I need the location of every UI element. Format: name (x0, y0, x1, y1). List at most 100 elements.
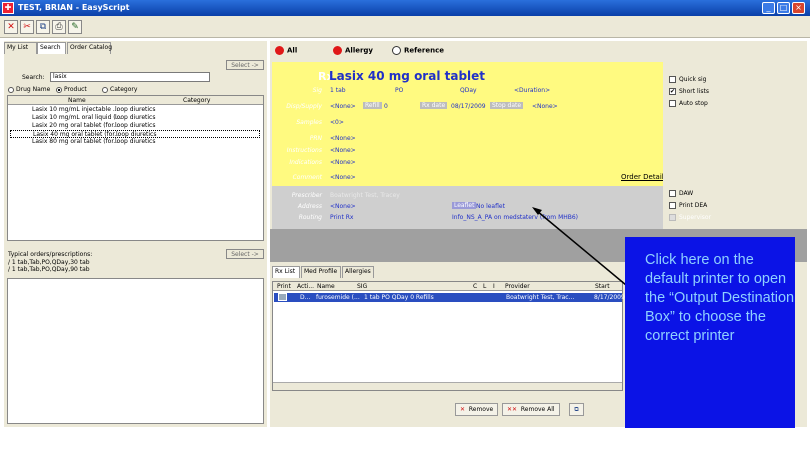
checkbox-label: Print DEA (679, 202, 708, 209)
column-header-name[interactable]: Name (317, 283, 335, 290)
column-header-c[interactable]: C (473, 283, 477, 290)
radio-product[interactable]: Product (56, 86, 87, 93)
short-lists-checkbox[interactable]: ✔ Short lists (669, 88, 709, 95)
window-title: TEST, BRIAN - EasyScript (18, 3, 130, 12)
list-item[interactable]: Lasix 10 mg/mL injectable ... loop diuret… (10, 106, 260, 114)
disp-label: Disp/Supply (286, 103, 322, 110)
checkbox-box (669, 100, 676, 107)
toolbar: ✕ ✂ ⧉ ⎙ ✎ (0, 16, 810, 38)
column-header-sig[interactable]: SIG (357, 283, 367, 290)
button-label: Remove All (520, 406, 555, 413)
copy-button[interactable]: ⧉ (36, 20, 50, 34)
sig-duration[interactable]: <Duration> (514, 87, 550, 94)
rxdate-label: Rx date (420, 102, 448, 109)
sig-route[interactable]: PO (395, 87, 403, 94)
instructions-value[interactable]: <None> (330, 147, 356, 154)
tab-rx-list[interactable]: Rx List (272, 266, 300, 278)
remove-button[interactable]: ✕ Remove (455, 403, 499, 416)
auto-stop-checkbox[interactable]: Auto stop (669, 100, 708, 107)
checkbox-label: Auto stop (679, 100, 708, 107)
table-row[interactable]: D... furosemide (... 1 tab PO QDay 0 Ref… (274, 293, 625, 302)
checkbox-box (669, 76, 676, 83)
filter-dot-icon (275, 46, 284, 55)
tab-order-catalog[interactable]: Order Catalog (67, 42, 112, 54)
routing-print[interactable]: Print Rx (330, 214, 353, 221)
printer-icon[interactable] (278, 293, 287, 301)
column-header-i[interactable]: I (493, 283, 495, 290)
typical-order-item[interactable]: / 1 tab,Tab,PO,QDay,90 tab (8, 266, 90, 273)
address-value[interactable]: <None> (330, 203, 356, 210)
prn-label: PRN (309, 135, 322, 142)
daw-checkbox[interactable]: DAW (669, 190, 693, 197)
tab-my-list[interactable]: My List (4, 42, 37, 54)
remove-all-button[interactable]: ✕✕ Remove All (502, 403, 560, 416)
drug-title: Lasix 40 mg oral tablet (329, 69, 486, 83)
typical-orders-list (7, 278, 264, 424)
tab-allergies[interactable]: Allergies (342, 266, 374, 278)
leaflet-value[interactable]: No leaflet (476, 203, 505, 210)
supervisor-checkbox[interactable]: Supervisor (669, 214, 711, 221)
minimize-button[interactable]: _ (762, 2, 775, 14)
disp-value[interactable]: <None> (330, 103, 356, 110)
list-item[interactable]: Lasix 80 mg oral tablet (for... loop diur… (10, 138, 260, 146)
remove-all-button[interactable]: ✂ (20, 20, 34, 34)
sig-frequency[interactable]: QDay (460, 87, 477, 94)
column-header-name[interactable]: Name (68, 97, 86, 104)
select-button[interactable]: Select -> (226, 60, 264, 70)
list-item[interactable]: Lasix 20 mg oral tablet (for... loop diur… (10, 122, 260, 130)
samples-value[interactable]: <0> (330, 119, 344, 126)
print-button[interactable]: ⎙ (52, 20, 66, 34)
checkbox-box (669, 190, 676, 197)
instruction-callout: Click here on the default printer to ope… (625, 237, 795, 452)
stopdate-value[interactable]: <None> (532, 103, 558, 110)
list-item-selected[interactable]: Lasix 40 mg oral tablet (for... loop diur… (10, 130, 260, 138)
app-icon: ✚ (2, 2, 14, 14)
tab-search[interactable]: Search (37, 42, 66, 54)
typical-order-item[interactable]: / 1 tab,Tab,PO,QDay,30 tab (8, 259, 90, 266)
search-label: Search: (22, 74, 45, 81)
prescriber-value[interactable]: Boatwright Test, Tracey (330, 192, 400, 199)
horizontal-scrollbar[interactable] (273, 382, 622, 390)
checkbox-label: DAW (679, 190, 694, 197)
indications-label: Indications (289, 159, 322, 166)
prescription-editor: Rx Lasix 40 mg oral tablet Sig 1 tab PO … (272, 62, 673, 186)
copy-icon[interactable]: ⧉ (569, 403, 584, 416)
quick-sig-checkbox[interactable]: Quick sig (669, 76, 706, 83)
close-button[interactable]: × (792, 2, 805, 14)
search-results-list: Name Category Lasix 10 mg/mL injectable … (7, 95, 264, 241)
radio-category[interactable]: Category (102, 86, 137, 93)
column-header-category[interactable]: Category (183, 97, 210, 104)
filter-label: Reference (404, 46, 445, 55)
default-printer-link[interactable]: Info_NS_A_PA on medstaterv (from MHB6) (452, 214, 578, 221)
print-dea-checkbox[interactable]: Print DEA (669, 202, 707, 209)
sign-button[interactable]: ✎ (68, 20, 82, 34)
sig-quantity[interactable]: 1 tab (330, 87, 346, 94)
prn-value[interactable]: <None> (330, 135, 356, 142)
column-header-print[interactable]: Print (277, 283, 291, 290)
comment-value[interactable]: <None> (330, 174, 356, 181)
radio-circle (102, 86, 108, 93)
tab-med-profile[interactable]: Med Profile (301, 266, 341, 278)
maximize-button[interactable]: □ (777, 2, 790, 14)
filter-allergy[interactable]: Allergy (333, 46, 373, 55)
delete-button[interactable]: ✕ (4, 20, 18, 34)
column-header-action[interactable]: Acti... (297, 283, 314, 290)
indications-value[interactable]: <None> (330, 159, 356, 166)
rxdate-value[interactable]: 08/17/2009 (451, 103, 486, 110)
column-header-start[interactable]: Start (595, 283, 610, 290)
search-input[interactable]: lasix (50, 72, 210, 82)
comment-label: Comment (292, 174, 322, 181)
column-header-provider[interactable]: Provider (505, 283, 530, 290)
filter-all[interactable]: All (275, 46, 297, 55)
typical-select-button[interactable]: Select -> (226, 249, 264, 259)
typical-orders-label: Typical orders/prescriptions: (8, 251, 93, 258)
refill-value[interactable]: 0 (384, 103, 388, 110)
item-name: Lasix 20 mg oral tablet (for... (32, 122, 119, 129)
prescription-options: Quick sig ✔ Short lists Auto stop DAW Pri… (663, 62, 803, 229)
list-item[interactable]: Lasix 10 mg/mL oral liquid (... loop diur… (10, 114, 260, 122)
filter-dot-icon (392, 46, 401, 55)
column-header-l[interactable]: L (483, 283, 486, 290)
radio-drug-name[interactable]: Drug Name (8, 86, 50, 93)
filter-reference[interactable]: Reference (392, 46, 444, 55)
filter-label: Allergy (345, 46, 373, 55)
